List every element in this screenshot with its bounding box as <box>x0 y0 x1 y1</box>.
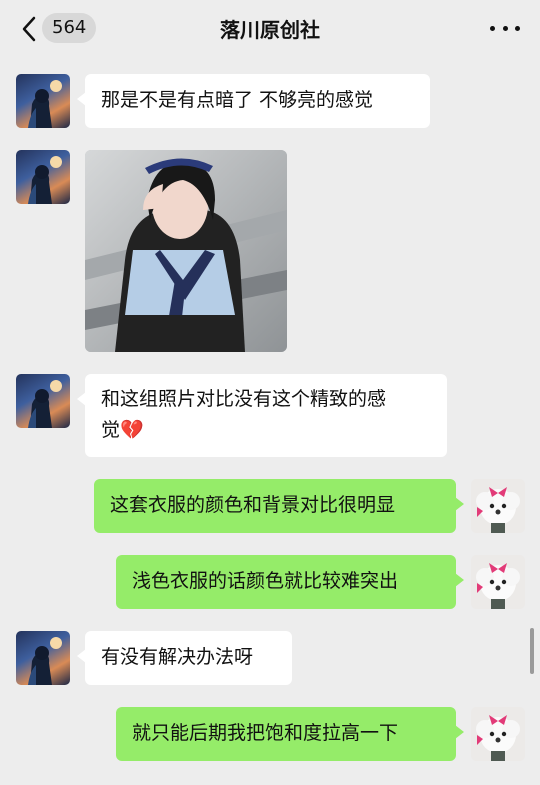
message-text: 和这组照片对比没有这个精致的感 <box>101 388 387 410</box>
message-bubble-right[interactable]: 浅色衣服的话颜色就比较难突出 <box>116 555 464 609</box>
chat-header: 564 落川原创社 <box>0 0 540 56</box>
message-text: 有没有解决办法呀 <box>101 646 254 668</box>
message-text: 那是不是有点暗了 不够亮的感觉 <box>101 89 374 111</box>
avatar[interactable] <box>16 374 70 428</box>
avatar[interactable] <box>16 631 70 685</box>
scrollbar[interactable] <box>530 628 534 674</box>
message-bubble-right[interactable]: 就只能后期我把饱和度拉高一下 <box>116 707 464 761</box>
avatar[interactable] <box>471 707 525 761</box>
message-bubble-right[interactable]: 这套衣服的颜色和背景对比很明显 <box>94 479 464 533</box>
chat-title: 落川原创社 <box>220 18 320 42</box>
message-text: 就只能后期我把饱和度拉高一下 <box>132 722 399 744</box>
avatar[interactable] <box>471 479 525 533</box>
avatar[interactable] <box>16 150 70 204</box>
message-text: 浅色衣服的话颜色就比较难突出 <box>132 570 399 592</box>
avatar[interactable] <box>471 555 525 609</box>
photo-message[interactable] <box>85 150 287 352</box>
message-bubble-left[interactable]: 那是不是有点暗了 不够亮的感觉 <box>77 74 430 128</box>
more-dots-icon[interactable] <box>490 18 520 38</box>
photo-icon <box>85 150 287 352</box>
message-text: 这套衣服的颜色和背景对比很明显 <box>110 494 396 516</box>
message-bubble-left[interactable]: 和这组照片对比没有这个精致的感 觉💔 <box>77 374 447 457</box>
avatar[interactable] <box>16 74 70 128</box>
message-bubble-left[interactable]: 有没有解决办法呀 <box>77 631 292 685</box>
message-text-line2: 觉💔 <box>101 419 144 441</box>
